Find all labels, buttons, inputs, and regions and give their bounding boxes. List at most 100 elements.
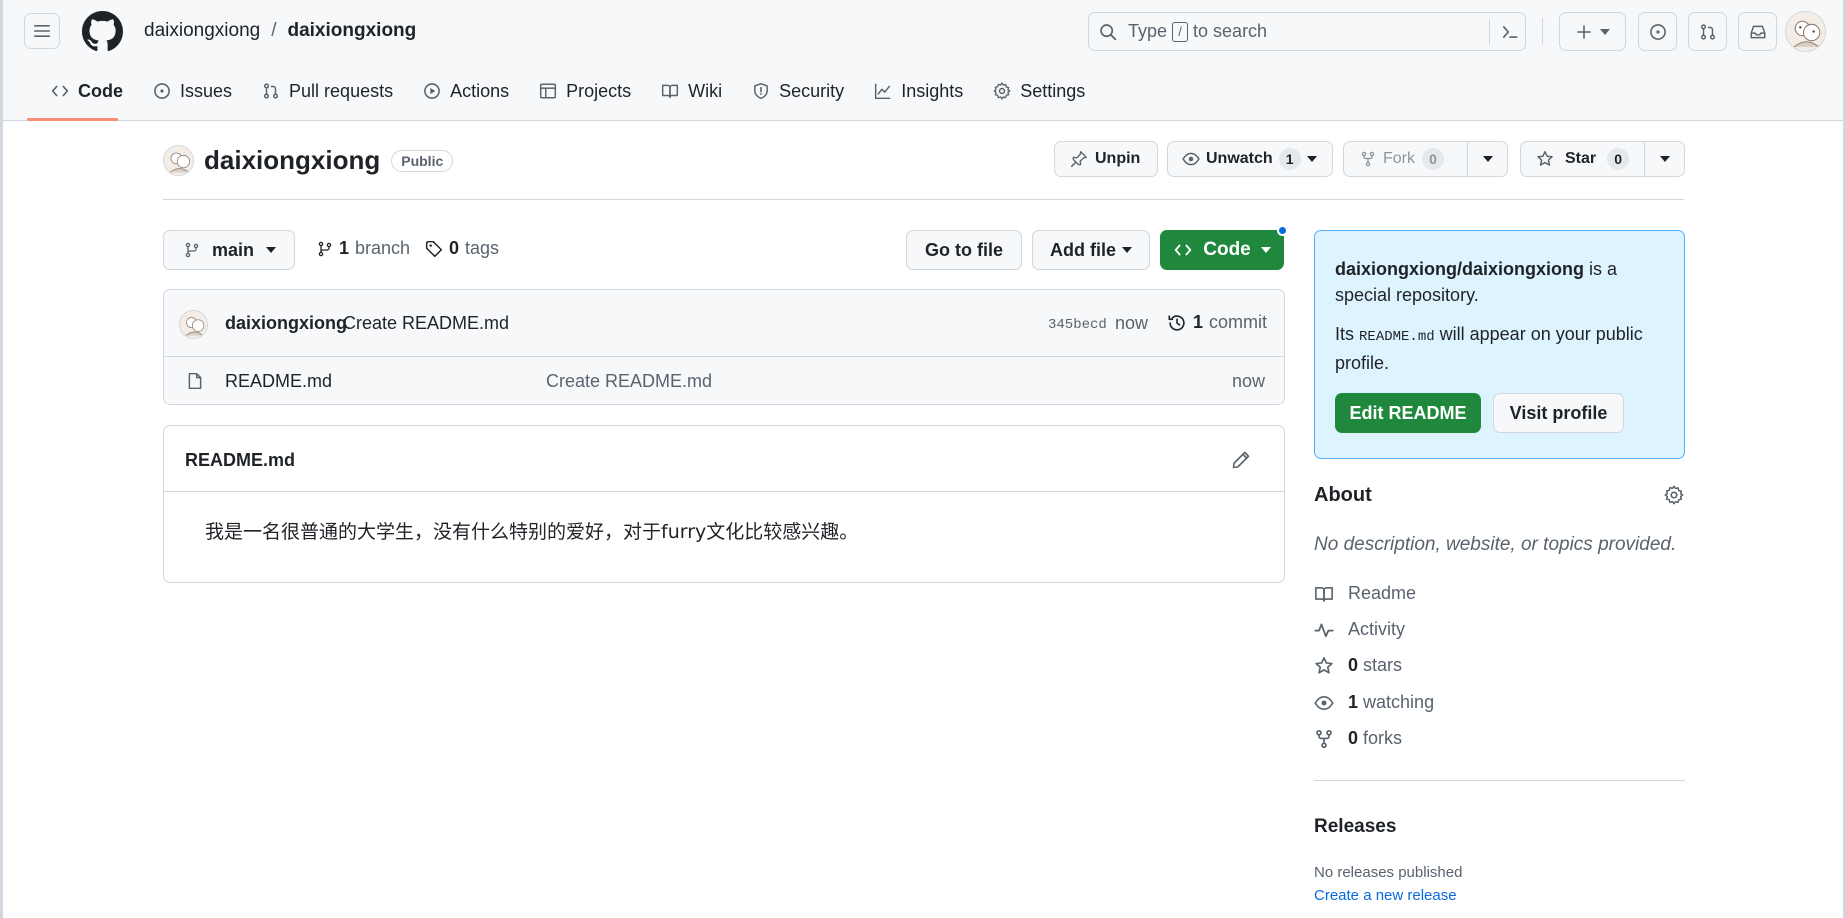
git-branch-icon — [318, 241, 332, 256]
file-commit-message-link[interactable]: Create README.md — [546, 371, 712, 392]
watching-count: 1 — [1348, 692, 1359, 712]
notification-dot — [1277, 225, 1288, 236]
pencil-icon[interactable] — [1231, 450, 1251, 470]
breadcrumb-separator: / — [271, 20, 277, 41]
github-logo-icon[interactable] — [82, 11, 123, 52]
tab-code-label: Code — [78, 80, 123, 101]
title-divider — [163, 199, 1684, 200]
table-row[interactable]: README.md Create README.md now — [164, 357, 1284, 404]
forks-count: 0 — [1348, 728, 1359, 748]
unpin-button[interactable]: Unpin — [1054, 141, 1158, 177]
special-repo-path: daixiongxiong/daixiongxiong — [1335, 259, 1585, 279]
readme-divider — [164, 491, 1284, 492]
activity-link[interactable]: Activity — [1314, 619, 1405, 640]
tab-security[interactable]: Security — [737, 80, 859, 102]
branch-count-label: branch — [355, 238, 411, 258]
pull-requests-header-button[interactable] — [1688, 12, 1727, 51]
fork-label: Fork — [1383, 150, 1415, 167]
special-readme-filename: README.md — [1359, 329, 1435, 345]
repo-forked-icon — [1361, 151, 1375, 167]
forks-link[interactable]: 0 forks — [1314, 728, 1402, 749]
repo-title: daixiongxiong Public — [163, 145, 454, 176]
app-header: daixiongxiong / daixiongxiong Type / to … — [3, 0, 1843, 121]
commit-sha-link[interactable]: 345becd — [1048, 317, 1107, 333]
code-icon — [1175, 244, 1192, 256]
book-icon — [662, 84, 679, 98]
tags-link[interactable]: 0 tags — [425, 238, 499, 259]
unwatch-button[interactable]: Unwatch 1 — [1167, 141, 1333, 177]
add-file-button[interactable]: Add file — [1032, 230, 1150, 270]
releases-empty-text: No releases published — [1314, 864, 1463, 881]
menu-button[interactable] — [24, 13, 60, 49]
go-to-file-button[interactable]: Go to file — [906, 230, 1022, 270]
branch-select-button[interactable]: main — [163, 230, 295, 270]
triangle-down-icon — [1659, 156, 1670, 162]
edit-readme-button[interactable]: Edit README — [1335, 393, 1481, 433]
tab-code[interactable]: Code — [36, 80, 138, 102]
search-divider — [1489, 19, 1490, 45]
tab-insights[interactable]: Insights — [859, 80, 978, 102]
visit-profile-button[interactable]: Visit profile — [1493, 393, 1624, 433]
tag-count-label: tags — [465, 238, 500, 258]
fork-dropdown-button[interactable] — [1467, 142, 1507, 176]
breadcrumb: daixiongxiong / daixiongxiong — [144, 20, 416, 42]
triangle-down-icon — [266, 247, 277, 253]
search-icon — [1100, 23, 1117, 40]
releases-heading[interactable]: Releases — [1314, 816, 1396, 838]
inbox-icon — [1750, 25, 1765, 38]
gear-icon[interactable] — [1664, 485, 1684, 505]
star-button[interactable]: Star 0 — [1521, 142, 1644, 176]
triangle-down-icon — [1599, 28, 1610, 35]
search-input[interactable]: Type / to search — [1088, 12, 1526, 51]
fork-button-group: Fork 0 — [1343, 141, 1508, 177]
watching-link[interactable]: 1 watching — [1314, 692, 1434, 713]
inbox-button[interactable] — [1738, 12, 1777, 51]
star-dropdown-button[interactable] — [1644, 142, 1684, 176]
create-release-link[interactable]: Create a new release — [1314, 887, 1457, 904]
book-icon — [1315, 586, 1333, 602]
commit-author-avatar[interactable] — [179, 310, 208, 339]
readme-link[interactable]: Readme — [1314, 583, 1416, 604]
eye-icon — [1314, 695, 1334, 710]
branches-link[interactable]: 1 branch — [317, 238, 410, 259]
repo-owner-avatar[interactable] — [163, 145, 194, 176]
tab-pull-requests[interactable]: Pull requests — [247, 80, 408, 102]
stars-label: stars — [1363, 655, 1403, 675]
tab-actions[interactable]: Actions — [408, 80, 524, 102]
breadcrumb-repo-link[interactable]: daixiongxiong — [287, 20, 416, 42]
tab-pull-requests-label: Pull requests — [289, 80, 394, 101]
create-new-button[interactable] — [1559, 12, 1626, 51]
issue-opened-icon — [154, 83, 170, 99]
tab-issues[interactable]: Issues — [138, 80, 247, 102]
window-border-left — [0, 0, 3, 918]
readme-content: 我是一名很普通的大学生，没有什么特别的爱好，对于furry文化比较感兴趣。 — [205, 521, 859, 543]
watching-label: watching — [1363, 692, 1435, 712]
file-name-link[interactable]: README.md — [225, 371, 332, 392]
commit-count: 1 — [1193, 312, 1204, 332]
avatar-image-icon — [180, 311, 207, 338]
issues-header-button[interactable] — [1638, 12, 1677, 51]
commit-time: now — [1115, 313, 1149, 333]
star-label: Star — [1565, 150, 1597, 167]
command-palette-icon[interactable] — [1501, 23, 1519, 41]
about-description: No description, website, or topics provi… — [1314, 534, 1677, 555]
readme-title[interactable]: README.md — [185, 450, 295, 471]
unwatch-label: Unwatch — [1206, 150, 1273, 167]
stars-link[interactable]: 0 stars — [1314, 655, 1402, 676]
commit-message-link[interactable]: Create README.md — [343, 313, 509, 334]
code-button[interactable]: Code — [1160, 230, 1284, 270]
tab-projects[interactable]: Projects — [524, 80, 646, 102]
graph-icon — [875, 83, 891, 100]
tab-wiki[interactable]: Wiki — [646, 80, 737, 102]
breadcrumb-owner-link[interactable]: daixiongxiong — [144, 20, 260, 42]
commit-history-link[interactable]: 1 commit — [1167, 312, 1267, 333]
commit-author-link[interactable]: daixiongxiong — [225, 313, 347, 334]
repo-name[interactable]: daixiongxiong — [204, 145, 380, 176]
user-avatar[interactable] — [1785, 11, 1826, 52]
tab-settings[interactable]: Settings — [978, 80, 1100, 102]
fork-button[interactable]: Fork 0 — [1344, 142, 1467, 176]
code-icon — [51, 85, 69, 97]
about-heading: About — [1314, 484, 1372, 506]
tab-issues-label: Issues — [180, 80, 233, 101]
code-button-label: Code — [1203, 239, 1251, 260]
